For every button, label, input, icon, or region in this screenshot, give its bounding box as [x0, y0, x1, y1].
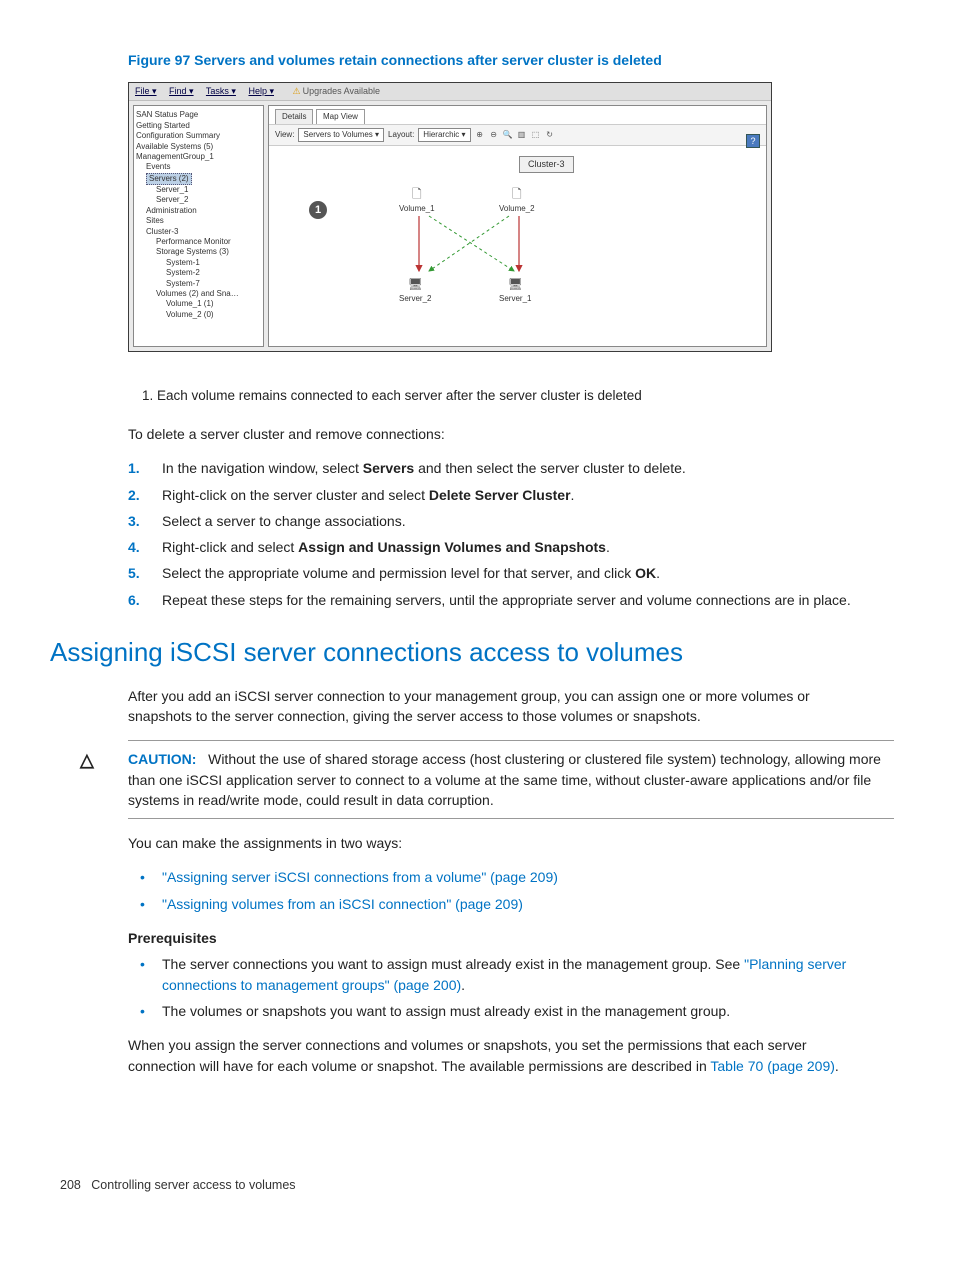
tree-item[interactable]: Volume_1 (1): [136, 299, 261, 309]
tree-item[interactable]: Server_1: [136, 185, 261, 195]
menu-tasks[interactable]: Tasks ▾: [206, 86, 236, 96]
tree-item[interactable]: Cluster-3: [136, 227, 261, 237]
zoom-fit-icon[interactable]: 🔍: [503, 129, 513, 141]
prereq-item-2: The volumes or snapshots you want to ass…: [128, 1001, 874, 1021]
tree-item[interactable]: Server_2: [136, 195, 261, 205]
page-footer: 208 Controlling server access to volumes: [60, 1176, 894, 1194]
step-3: Select a server to change associations.: [128, 511, 874, 531]
layout-label: Layout:: [388, 129, 414, 141]
tab-details[interactable]: Details: [275, 109, 313, 124]
tree-item[interactable]: Performance Monitor: [136, 237, 261, 247]
menu-help[interactable]: Help ▾: [248, 86, 274, 96]
main-pane: Details Map View View: Servers to Volume…: [268, 105, 767, 347]
map-toolbar: View: Servers to Volumes ▾ Layout: Hiera…: [269, 124, 766, 146]
upgrades-available[interactable]: Upgrades Available: [293, 86, 380, 96]
layout-dropdown[interactable]: Hierarchic ▾: [418, 128, 470, 142]
view-dropdown[interactable]: Servers to Volumes ▾: [298, 128, 384, 142]
step-2: Right-click on the server cluster and se…: [128, 485, 874, 505]
two-ways-intro: You can make the assignments in two ways…: [128, 833, 874, 853]
tree-item[interactable]: Events: [136, 162, 261, 172]
tab-map-view[interactable]: Map View: [316, 109, 365, 124]
tree-item[interactable]: Storage Systems (3): [136, 247, 261, 257]
way-item-2: "Assigning volumes from an iSCSI connect…: [128, 894, 874, 914]
menubar: File ▾ Find ▾ Tasks ▾ Help ▾ Upgrades Av…: [129, 83, 771, 101]
layout-icon[interactable]: ▥: [517, 129, 527, 141]
menu-file[interactable]: File ▾: [135, 86, 157, 96]
link-table-70[interactable]: Table 70 (page 209): [710, 1058, 835, 1074]
page-number: 208: [60, 1178, 81, 1192]
way-item-1: "Assigning server iSCSI connections from…: [128, 867, 874, 887]
tree-item[interactable]: System-7: [136, 279, 261, 289]
menu-find[interactable]: Find ▾: [169, 86, 194, 96]
permissions-paragraph: When you assign the server connections a…: [128, 1035, 874, 1076]
chapter-title: Controlling server access to volumes: [91, 1178, 295, 1192]
view-label: View:: [275, 129, 294, 141]
intro-paragraph: To delete a server cluster and remove co…: [128, 424, 874, 444]
link-assign-from-volume[interactable]: "Assigning server iSCSI connections from…: [162, 869, 558, 885]
tree-item[interactable]: Volumes (2) and Sna…: [136, 289, 261, 299]
callout-marker-1: 1: [309, 201, 327, 219]
tree-item[interactable]: Volume_2 (0): [136, 310, 261, 320]
ways-list: "Assigning server iSCSI connections from…: [128, 867, 874, 914]
step-1: In the navigation window, select Servers…: [128, 458, 874, 478]
section-heading: Assigning iSCSI server connections acces…: [50, 634, 894, 672]
tree-item[interactable]: System-2: [136, 268, 261, 278]
zoom-in-icon[interactable]: ⊕: [475, 129, 485, 141]
tree-item[interactable]: Available Systems (5): [136, 142, 261, 152]
prerequisites-list: The server connections you want to assig…: [128, 954, 874, 1021]
caution-icon: △: [80, 747, 94, 773]
topology-diagram: Cluster-3 Volume_1 Volume_2 Server_2 Ser…: [269, 146, 766, 336]
screenshot-figure: File ▾ Find ▾ Tasks ▾ Help ▾ Upgrades Av…: [128, 82, 772, 352]
tree-item[interactable]: Administration: [136, 206, 261, 216]
tree-item[interactable]: Configuration Summary: [136, 131, 261, 141]
tree-item[interactable]: System-1: [136, 258, 261, 268]
tree-item[interactable]: Getting Started: [136, 121, 261, 131]
caution-text: Without the use of shared storage access…: [128, 751, 881, 808]
prereq-item-1: The server connections you want to assig…: [128, 954, 874, 995]
step-6: Repeat these steps for the remaining ser…: [128, 590, 874, 610]
caution-label: CAUTION:: [128, 751, 196, 767]
prerequisites-heading: Prerequisites: [128, 928, 874, 948]
refresh-icon[interactable]: ↻: [545, 129, 555, 141]
tree-item[interactable]: Sites: [136, 216, 261, 226]
callout-description: 1. Each volume remains connected to each…: [142, 386, 894, 406]
nav-tree[interactable]: SAN Status Page Getting Started Configur…: [133, 105, 264, 347]
procedure-steps: In the navigation window, select Servers…: [128, 458, 874, 610]
expand-icon[interactable]: ⬚: [531, 129, 541, 141]
zoom-out-icon[interactable]: ⊖: [489, 129, 499, 141]
section-intro: After you add an iSCSI server connection…: [128, 686, 874, 727]
step-5: Select the appropriate volume and permis…: [128, 563, 874, 583]
link-assign-from-connection[interactable]: "Assigning volumes from an iSCSI connect…: [162, 896, 523, 912]
tree-item[interactable]: SAN Status Page: [136, 110, 261, 120]
caution-block: △ CAUTION: Without the use of shared sto…: [128, 740, 894, 819]
step-4: Right-click and select Assign and Unassi…: [128, 537, 874, 557]
tree-item-servers[interactable]: Servers (2): [136, 173, 261, 185]
figure-caption: Figure 97 Servers and volumes retain con…: [128, 50, 894, 70]
tree-item[interactable]: ManagementGroup_1: [136, 152, 261, 162]
